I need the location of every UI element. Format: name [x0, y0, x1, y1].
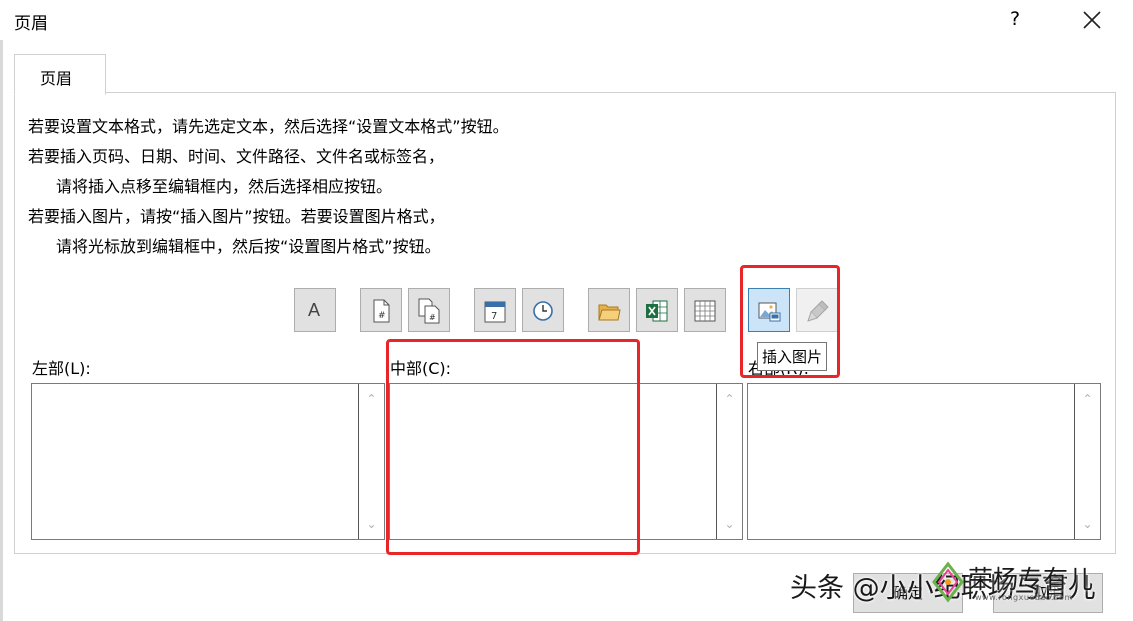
svg-text:#: #: [429, 313, 436, 322]
scroll-down-icon[interactable]: ⌄: [1075, 511, 1100, 537]
calendar-icon: 7: [484, 301, 506, 323]
insert-file-name-button[interactable]: [636, 288, 678, 332]
close-button[interactable]: [1080, 6, 1104, 32]
help-button[interactable]: ?: [1010, 8, 1020, 30]
excel-icon: [646, 300, 668, 322]
close-icon: [1083, 11, 1101, 29]
clock-icon: [533, 301, 553, 321]
scroll-up-icon[interactable]: ⌃: [1075, 386, 1100, 412]
scroll-up-icon[interactable]: ⌃: [359, 386, 384, 412]
format-text-button[interactable]: A: [294, 288, 336, 332]
format-text-icon: A: [308, 300, 321, 320]
insert-page-number-button[interactable]: #: [360, 288, 402, 332]
page-number-icon: #: [373, 299, 390, 323]
scroll-down-icon[interactable]: ⌄: [359, 511, 384, 537]
folder-icon: [598, 304, 621, 321]
instruction-line-3: 请将插入点移至编辑框内，然后选择相应按钮。: [56, 177, 393, 196]
insert-page-count-button[interactable]: #: [408, 288, 450, 332]
instruction-line-2: 若要插入页码、日期、时间、文件路径、文件名或标签名，: [28, 147, 445, 166]
insert-time-button[interactable]: [522, 288, 564, 332]
watermark-logo-icon: [932, 561, 964, 603]
tab-header-label: 页眉: [40, 69, 73, 88]
insert-date-button[interactable]: 7: [474, 288, 516, 332]
sheet-grid-icon: [694, 300, 716, 322]
scroll-down-icon[interactable]: ⌄: [717, 511, 742, 537]
left-section-editor[interactable]: ⌃ ⌄: [31, 383, 385, 540]
svg-text:#: #: [378, 311, 386, 321]
scroll-up-icon[interactable]: ⌃: [717, 386, 742, 412]
dialog-title: 页眉: [14, 14, 48, 34]
watermark-url: www.rongxuebao.com: [975, 593, 1073, 602]
title-bar: 页眉 ?: [0, 0, 1133, 40]
left-section-label: 左部(L):: [32, 359, 91, 378]
pages-icon: #: [418, 298, 440, 324]
insert-sheet-name-button[interactable]: [684, 288, 726, 332]
window-edge: [0, 40, 3, 621]
right-section-editor[interactable]: ⌃ ⌄: [747, 383, 1101, 540]
insert-file-path-button[interactable]: [588, 288, 630, 332]
watermark-site-name: 荣杨专有儿: [968, 565, 1094, 594]
insert-picture-tooltip: 插入图片: [757, 342, 828, 371]
instruction-line-4: 若要插入图片，请按“插入图片”按钮。若要设置图片格式，: [28, 207, 445, 226]
left-section-scrollbar[interactable]: ⌃ ⌄: [358, 384, 384, 539]
tab-header[interactable]: 页眉: [14, 54, 106, 95]
highlight-center-section: [386, 339, 640, 555]
instruction-line-5: 请将光标放到编辑框中，然后按“设置图片格式”按钮。: [56, 237, 441, 256]
right-section-scrollbar[interactable]: ⌃ ⌄: [1074, 384, 1100, 539]
instruction-line-1: 若要设置文本格式，请先选定文本，然后选择“设置文本格式”按钮。: [28, 117, 509, 136]
svg-text:7: 7: [491, 311, 497, 322]
center-section-scrollbar[interactable]: ⌃ ⌄: [716, 384, 742, 539]
